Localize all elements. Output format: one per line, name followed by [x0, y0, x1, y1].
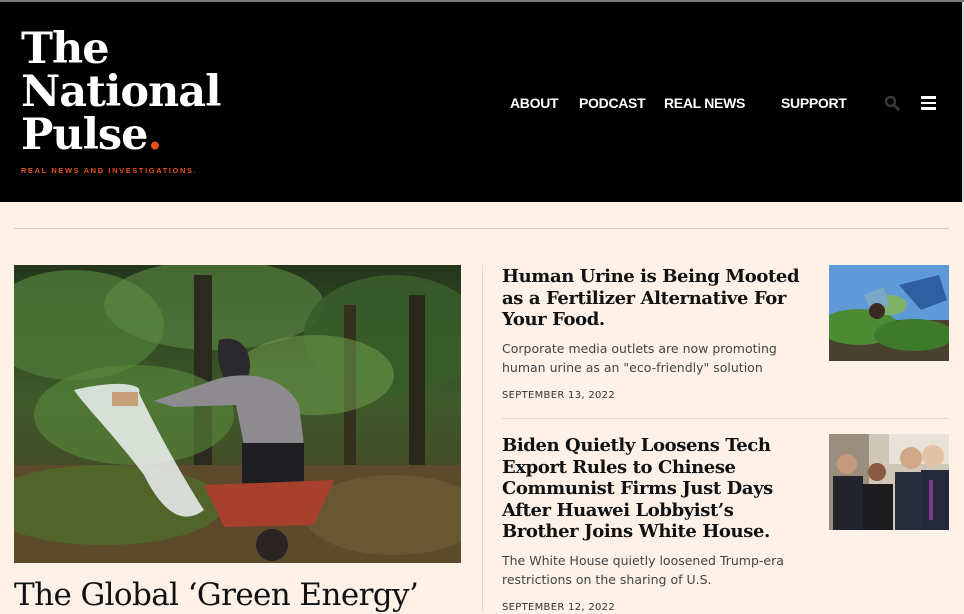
logo-line-3-text: Pulse — [21, 110, 148, 160]
story-1: Human Urine is Being Mooted as a Fertili… — [502, 266, 812, 377]
site-logo[interactable]: The National Pulse. — [21, 24, 222, 157]
feature-headline[interactable]: The Global ‘Green Energy’ — [14, 576, 474, 614]
story-1-headline[interactable]: Human Urine is Being Mooted as a Fertili… — [502, 266, 812, 331]
nav-real-news[interactable]: REAL NEWS — [664, 95, 745, 111]
logo-line-1: The — [21, 24, 110, 74]
story-divider — [502, 418, 949, 419]
story-1-thumbnail[interactable] — [829, 265, 949, 361]
logo-dot: . — [147, 110, 163, 160]
section-divider — [14, 228, 949, 229]
story-2-thumbnail[interactable] — [829, 434, 949, 530]
story-2: Biden Quietly Loosens Tech Export Rules … — [502, 435, 812, 589]
story-1-date: SEPTEMBER 13, 2022 — [502, 390, 615, 401]
nav-support[interactable]: SUPPORT — [781, 95, 847, 111]
site-header: The National Pulse. REAL NEWS AND INVEST… — [0, 2, 962, 202]
logo-line-3: Pulse. — [21, 114, 221, 157]
menu-icon[interactable] — [921, 96, 936, 110]
story-2-dek: The White House quietly loosened Trump-e… — [502, 552, 784, 587]
story-2-headline[interactable]: Biden Quietly Loosens Tech Export Rules … — [502, 435, 812, 543]
tagline-text: REAL NEWS AND INVESTIGATIONS — [21, 166, 194, 175]
story-2-date: SEPTEMBER 12, 2022 — [502, 602, 615, 613]
site-tagline: REAL NEWS AND INVESTIGATIONS. — [21, 166, 197, 175]
column-divider — [482, 265, 483, 611]
nav-podcast[interactable]: PODCAST — [579, 95, 646, 111]
logo-line-2: National — [21, 67, 222, 117]
search-icon[interactable] — [884, 95, 900, 111]
story-1-dek: Corporate media outlets are now promotin… — [502, 340, 777, 375]
feature-image[interactable] — [14, 265, 461, 563]
nav-about[interactable]: ABOUT — [510, 95, 559, 111]
tagline-dot: . — [193, 166, 198, 175]
